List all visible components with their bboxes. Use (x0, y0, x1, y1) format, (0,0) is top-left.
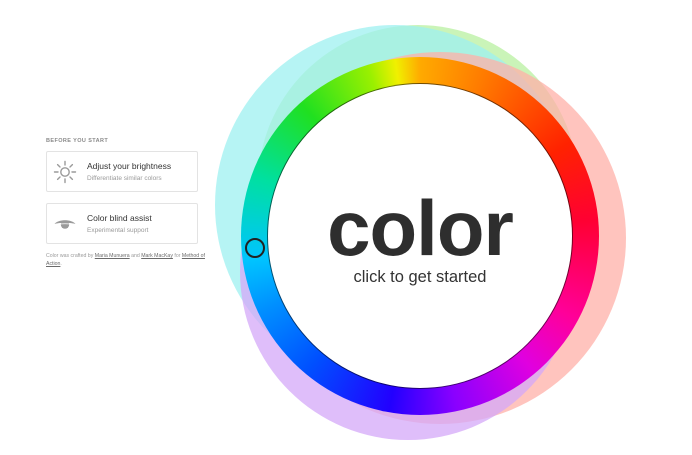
color-wheel: color click to get started (0, 0, 692, 455)
get-started-text[interactable]: click to get started (268, 268, 572, 287)
app-title: color (327, 184, 514, 272)
color-app: BEFORE YOU START Adjust your brightness … (0, 0, 692, 455)
hue-picker-handle[interactable] (245, 238, 265, 258)
